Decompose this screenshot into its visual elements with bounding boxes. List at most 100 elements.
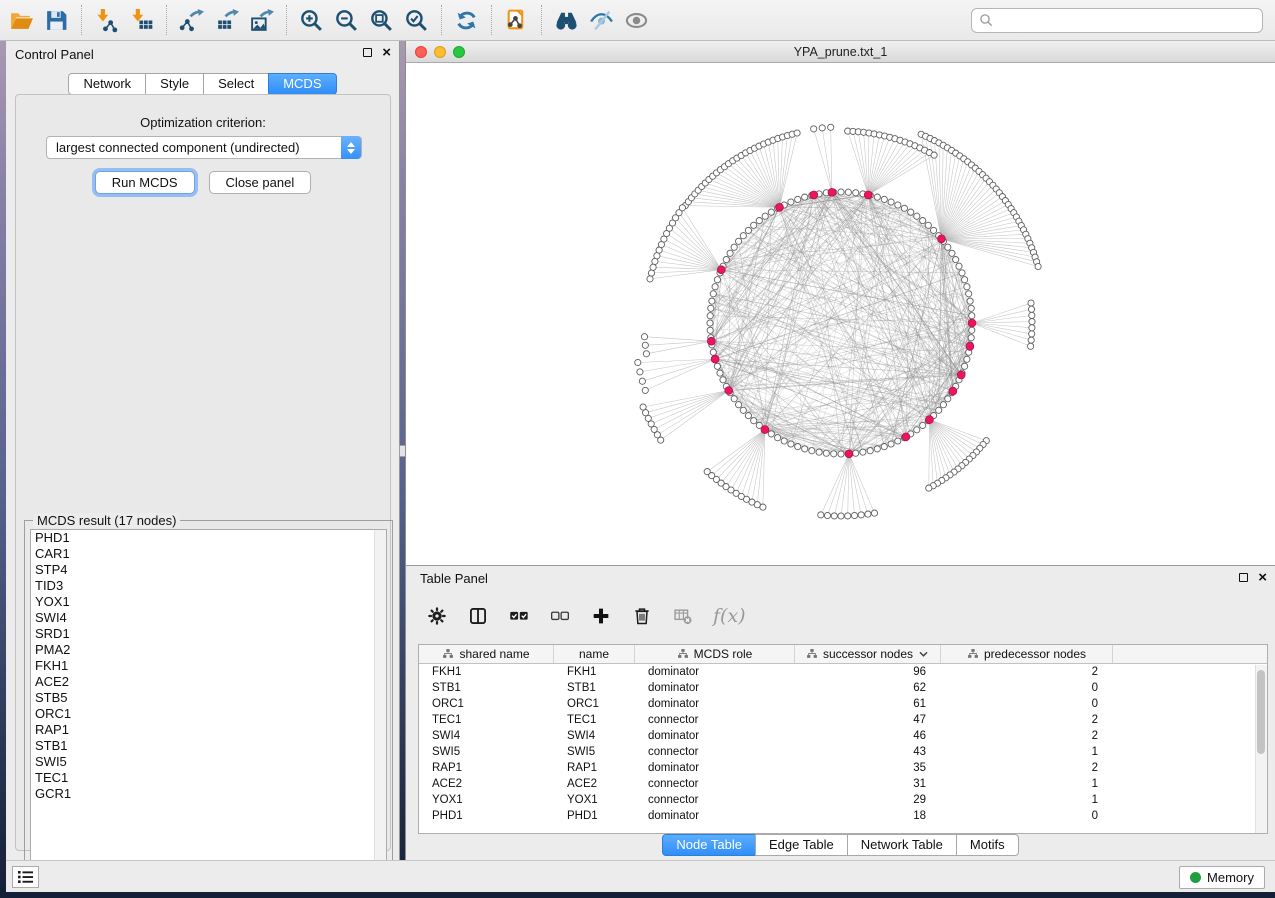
- select-all-rows-button[interactable]: [508, 605, 530, 627]
- share-document-button[interactable]: [503, 7, 530, 34]
- tab-network[interactable]: Network: [68, 73, 146, 95]
- network-graph[interactable]: [406, 63, 1275, 565]
- table-scrollbar[interactable]: [1255, 665, 1267, 833]
- mcds-hub-node[interactable]: [761, 426, 769, 434]
- mcds-hub-node[interactable]: [902, 433, 910, 441]
- table-row[interactable]: PHD1PHD1dominator180: [419, 808, 1267, 824]
- table-row[interactable]: YOX1YOX1connector291: [419, 792, 1267, 808]
- cell-shared-name[interactable]: SWI4: [419, 728, 554, 744]
- network-graph-svg[interactable]: [406, 63, 1275, 565]
- cell-mcds-role[interactable]: dominator: [635, 680, 795, 696]
- cell-mcds-role[interactable]: dominator: [635, 728, 795, 744]
- mcds-hub-node[interactable]: [776, 203, 784, 211]
- table-row[interactable]: ORC1ORC1dominator610: [419, 696, 1267, 712]
- network-search-button[interactable]: [553, 7, 580, 34]
- mcds-result-item[interactable]: RAP1: [31, 722, 386, 738]
- cell-successor-nodes[interactable]: 47: [795, 712, 941, 728]
- zoom-in-button[interactable]: [298, 7, 325, 34]
- mcds-result-item[interactable]: STP4: [31, 562, 386, 578]
- mcds-result-item[interactable]: ACE2: [31, 674, 386, 690]
- cell-name[interactable]: STB1: [554, 680, 635, 696]
- cell-mcds-role[interactable]: dominator: [635, 664, 795, 680]
- mcds-result-item[interactable]: FKH1: [31, 658, 386, 674]
- cell-successor-nodes[interactable]: 46: [795, 728, 941, 744]
- cell-mcds-role[interactable]: dominator: [635, 808, 795, 824]
- run-mcds-button[interactable]: Run MCDS: [95, 171, 195, 194]
- cell-successor-nodes[interactable]: 18: [795, 808, 941, 824]
- import-table-button[interactable]: [128, 7, 155, 34]
- close-panel-button[interactable]: Close panel: [209, 171, 312, 194]
- mcds-hub-node[interactable]: [845, 450, 853, 458]
- memory-button[interactable]: Memory: [1179, 866, 1265, 889]
- export-table-button[interactable]: [213, 7, 240, 34]
- mcds-hub-node[interactable]: [828, 188, 836, 196]
- import-network-button[interactable]: [93, 7, 120, 34]
- mcds-hub-node[interactable]: [926, 416, 934, 424]
- cell-shared-name[interactable]: RAP1: [419, 760, 554, 776]
- cell-shared-name[interactable]: SWI5: [419, 744, 554, 760]
- mcds-result-item[interactable]: CAR1: [31, 546, 386, 562]
- show-all-button[interactable]: [623, 7, 650, 34]
- tab-edge-table[interactable]: Edge Table: [755, 834, 848, 856]
- export-image-button[interactable]: [248, 7, 275, 34]
- mcds-hub-node[interactable]: [966, 343, 974, 351]
- open-file-button[interactable]: [8, 7, 35, 34]
- column-header-shared-name[interactable]: shared name: [419, 645, 554, 663]
- table-row[interactable]: STB1STB1dominator620: [419, 680, 1267, 696]
- cell-predecessor-nodes[interactable]: 0: [941, 696, 1113, 712]
- table-row[interactable]: SWI5SWI5connector431: [419, 744, 1267, 760]
- mcds-list-scrollbar[interactable]: [374, 530, 386, 885]
- tab-node-table[interactable]: Node Table: [662, 834, 756, 856]
- mcds-result-item[interactable]: TEC1: [31, 770, 386, 786]
- cell-mcds-role[interactable]: connector: [635, 776, 795, 792]
- table-row[interactable]: RAP1RAP1dominator352: [419, 760, 1267, 776]
- cell-predecessor-nodes[interactable]: 1: [941, 744, 1113, 760]
- table-settings-button[interactable]: [426, 605, 448, 627]
- table-row[interactable]: SWI4SWI4dominator462: [419, 728, 1267, 744]
- hide-selected-button[interactable]: [588, 7, 615, 34]
- mcds-hub-node[interactable]: [968, 319, 976, 327]
- search-input[interactable]: [971, 8, 1263, 33]
- mcds-hub-node[interactable]: [711, 355, 719, 363]
- mcds-result-item[interactable]: SRD1: [31, 626, 386, 642]
- cell-successor-nodes[interactable]: 35: [795, 760, 941, 776]
- apply-layout-button[interactable]: [453, 7, 480, 34]
- close-table-panel-icon[interactable]: ×: [1258, 572, 1267, 583]
- column-header-successor-nodes[interactable]: successor nodes: [795, 645, 941, 663]
- deselect-all-rows-button[interactable]: [549, 605, 571, 627]
- tab-network-table[interactable]: Network Table: [847, 834, 957, 856]
- table-scrollbar-thumb[interactable]: [1257, 670, 1265, 754]
- mcds-hub-node[interactable]: [717, 266, 725, 274]
- mcds-hub-node[interactable]: [707, 337, 715, 345]
- mcds-hub-node[interactable]: [725, 387, 733, 395]
- cell-predecessor-nodes[interactable]: 2: [941, 712, 1113, 728]
- cell-name[interactable]: SWI4: [554, 728, 635, 744]
- add-column-button[interactable]: [590, 605, 612, 627]
- table-row[interactable]: TEC1TEC1connector472: [419, 712, 1267, 728]
- cell-successor-nodes[interactable]: 43: [795, 744, 941, 760]
- cell-name[interactable]: ORC1: [554, 696, 635, 712]
- cell-successor-nodes[interactable]: 31: [795, 776, 941, 792]
- mcds-result-item[interactable]: TID3: [31, 578, 386, 594]
- zoom-selected-button[interactable]: [403, 7, 430, 34]
- column-header-predecessor-nodes[interactable]: predecessor nodes: [941, 645, 1113, 663]
- mcds-hub-node[interactable]: [810, 191, 818, 199]
- cell-predecessor-nodes[interactable]: 1: [941, 792, 1113, 808]
- optimization-criterion-select[interactable]: largest connected component (undirected): [46, 136, 362, 159]
- cell-predecessor-nodes[interactable]: 2: [941, 760, 1113, 776]
- mcds-hub-node[interactable]: [957, 371, 965, 379]
- cell-mcds-role[interactable]: connector: [635, 792, 795, 808]
- cell-shared-name[interactable]: YOX1: [419, 792, 554, 808]
- mcds-result-item[interactable]: YOX1: [31, 594, 386, 610]
- mcds-result-item[interactable]: GCR1: [31, 786, 386, 802]
- mcds-result-list[interactable]: PHD1CAR1STP4TID3YOX1SWI4SRD1PMA2FKH1ACE2…: [30, 529, 387, 886]
- close-panel-icon[interactable]: ×: [382, 47, 391, 58]
- mcds-hub-node[interactable]: [949, 387, 957, 395]
- cell-shared-name[interactable]: STB1: [419, 680, 554, 696]
- float-panel-icon[interactable]: [363, 48, 372, 57]
- cell-successor-nodes[interactable]: 62: [795, 680, 941, 696]
- cell-mcds-role[interactable]: dominator: [635, 760, 795, 776]
- save-session-button[interactable]: [43, 7, 70, 34]
- cell-predecessor-nodes[interactable]: 0: [941, 680, 1113, 696]
- export-network-button[interactable]: [178, 7, 205, 34]
